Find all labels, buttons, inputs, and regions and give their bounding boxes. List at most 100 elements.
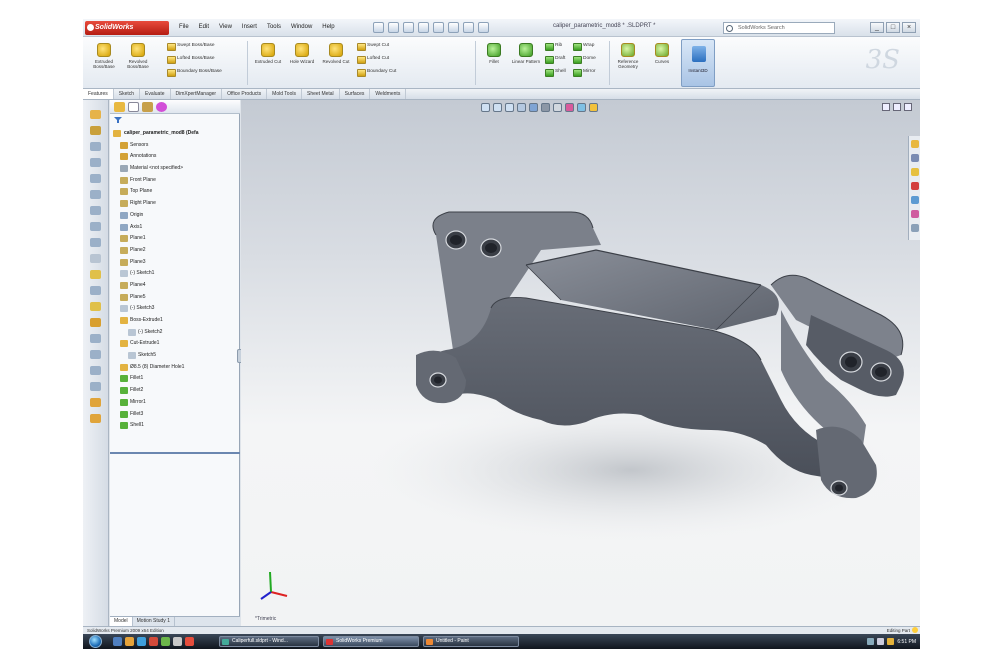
circle-icon[interactable] [90,174,101,183]
tab-sketch[interactable]: Sketch [114,89,141,99]
tree-item-sketch5[interactable]: Sketch5 [112,350,238,362]
relations-icon[interactable] [90,302,101,311]
lofted-boss-button[interactable]: Lofted Boss/Base [167,55,215,64]
shell-button[interactable]: Shell [545,68,566,77]
view-orientation-icon[interactable] [529,103,538,112]
tab-weldments[interactable]: Weldments [370,89,407,99]
maximize-button[interactable]: □ [886,22,900,33]
notification-icon[interactable] [887,638,895,645]
tree-item-plane1[interactable]: Plane1 [112,233,238,245]
reference-geometry-button[interactable]: Reference Geometry [613,43,643,69]
display-relations-icon[interactable] [90,318,101,327]
quick-snaps-icon[interactable] [90,350,101,359]
tree-item-right-plane[interactable]: Right Plane [112,198,238,210]
save-icon[interactable] [403,22,414,33]
menu-file[interactable]: File [175,23,193,31]
offset-icon[interactable] [90,254,101,263]
tree-item-fillet1[interactable]: Fillet1 [112,373,238,385]
tree-item-cut-extrude1[interactable]: Cut-Extrude1 [112,338,238,350]
draft-button[interactable]: Draft [545,55,565,64]
tree-item-plane4[interactable]: Plane4 [112,280,238,292]
tree-item-boss-extrude1[interactable]: Boss-Extrude1 [112,315,238,327]
pattern-icon[interactable] [90,286,101,295]
appearances-icon[interactable] [911,210,919,218]
filter-icon[interactable] [114,117,122,123]
revolve-boss-button[interactable]: Revolved Boss/Base [123,43,153,69]
edit-appearance-icon[interactable] [565,103,574,112]
wrap-button[interactable]: Wrap [573,42,594,51]
fillet-button[interactable]: Fillet [479,43,509,64]
search-input[interactable]: SolidWorks Search [723,22,835,34]
tree-item-axis1[interactable]: Axis1 [112,222,238,234]
tree-item-fillet2[interactable]: Fillet2 [112,385,238,397]
mirror-entities-icon[interactable] [90,270,101,279]
hide-show-items-icon[interactable] [553,103,562,112]
graphics-area[interactable]: *Trimetric [241,100,920,626]
menu-help[interactable]: Help [318,23,338,31]
previous-view-icon[interactable] [505,103,514,112]
menu-edit[interactable]: Edit [195,23,213,31]
instant3d-button[interactable]: Instant3D [681,39,715,87]
quick-launch-icon[interactable] [185,637,194,646]
display-style-icon[interactable] [541,103,550,112]
search-results-icon[interactable] [911,182,919,190]
volume-icon[interactable] [877,638,885,645]
caliper-bracket-model[interactable] [241,100,920,626]
tab-motion-study[interactable]: Motion Study 1 [133,617,175,626]
rebuild-icon[interactable] [463,22,474,33]
folder-icon[interactable] [125,637,134,646]
taskbar-item-explorer[interactable]: Caliperfull.sldprt - Wind... [219,636,319,647]
copy-entities-icon[interactable] [90,398,101,407]
repair-sketch-icon[interactable] [90,334,101,343]
tree-item-plane5[interactable]: Plane5 [112,292,238,304]
close-button[interactable]: × [902,22,916,33]
spline-icon[interactable] [90,206,101,215]
configuration-manager-tab-icon[interactable] [142,102,153,112]
quick-launch-icon[interactable] [161,637,170,646]
tree-item-annotations[interactable]: Annotations [112,151,238,163]
start-button-icon[interactable] [89,635,102,648]
boundary-cut-button[interactable]: Boundary Cut [357,68,396,77]
smart-dimension-icon[interactable] [90,126,101,135]
tree-item-origin[interactable]: Origin [112,210,238,222]
tree-item-shell1[interactable]: Shell1 [112,420,238,432]
apply-scene-icon[interactable] [577,103,586,112]
extrude-boss-button[interactable]: Extruded Boss/Base [89,43,119,69]
help-icon[interactable] [912,627,918,633]
point-icon[interactable] [90,222,101,231]
dome-button[interactable]: Dome [573,55,596,64]
custom-properties-icon[interactable] [911,224,919,232]
restore-viewport-icon[interactable] [893,103,901,111]
tree-item-sketch1[interactable]: (-) Sketch1 [112,268,238,280]
minimize-viewport-icon[interactable] [882,103,890,111]
tab-dimxpert[interactable]: DimXpertManager [171,89,223,99]
trim-icon[interactable] [90,238,101,247]
tree-root-part[interactable]: caliper_parametric_mod8 (Defa [112,128,238,140]
mirror-button[interactable]: Mirror [573,68,596,77]
options-icon[interactable] [478,22,489,33]
tab-model[interactable]: Model [110,617,133,626]
feature-tree-tab-icon[interactable] [114,102,125,112]
tree-item-mirror1[interactable]: Mirror1 [112,397,238,409]
tree-item-front-plane[interactable]: Front Plane [112,175,238,187]
zoom-to-fit-icon[interactable] [481,103,490,112]
tab-office-products[interactable]: Office Products [222,89,268,99]
file-explorer-icon[interactable] [911,168,919,176]
tree-item-plane2[interactable]: Plane2 [112,245,238,257]
solidworks-resources-icon[interactable] [911,140,919,148]
linear-pattern-button[interactable]: Linear Pattern [511,43,541,64]
line-icon[interactable] [90,142,101,151]
property-manager-tab-icon[interactable] [128,102,139,112]
tab-mold-tools[interactable]: Mold Tools [267,89,302,99]
taskbar-item-solidworks[interactable]: SolidWorks Premium [323,636,419,647]
section-view-icon[interactable] [517,103,526,112]
undo-icon[interactable] [433,22,444,33]
tree-item-plane3[interactable]: Plane3 [112,257,238,269]
select-arrow-icon[interactable] [448,22,459,33]
quick-launch-icon[interactable] [173,637,182,646]
extrude-cut-button[interactable]: Extruded Cut [253,43,283,64]
tab-evaluate[interactable]: Evaluate [140,89,171,99]
boundary-boss-button[interactable]: Boundary Boss/Base [167,68,222,77]
close-viewport-icon[interactable] [904,103,912,111]
view-palette-icon[interactable] [911,196,919,204]
